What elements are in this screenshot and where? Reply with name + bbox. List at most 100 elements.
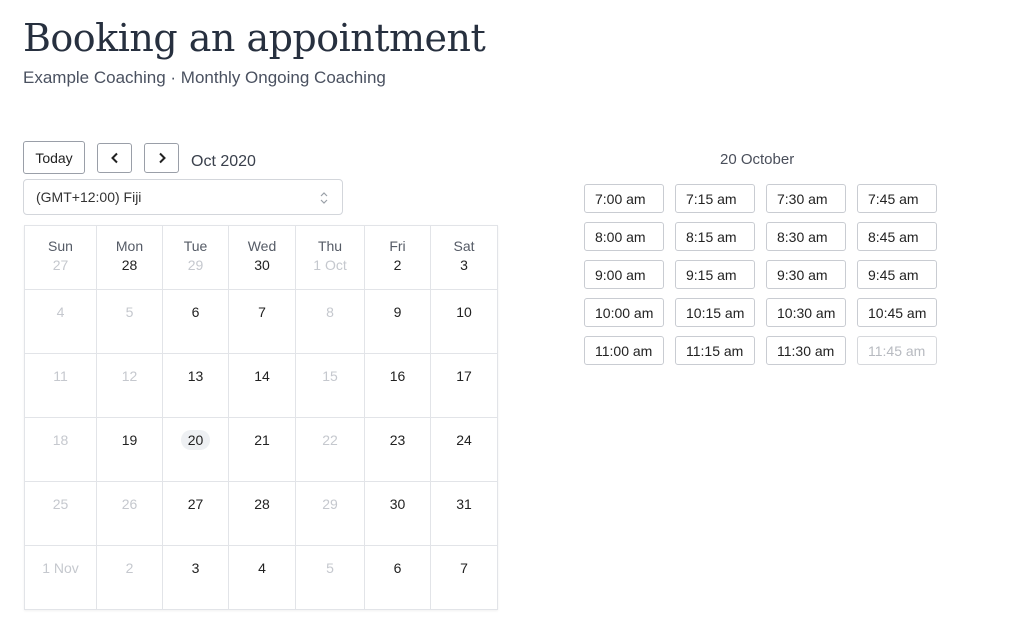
today-button[interactable]: Today [23,141,85,174]
calendar-day-number: 24 [456,432,472,448]
calendar-day[interactable]: 31 [431,482,497,546]
calendar-day[interactable]: 4 [229,546,296,609]
calendar-day[interactable]: 13 [163,354,229,418]
calendar-day[interactable]: 6 [365,546,431,609]
calendar-day-number: 20 [180,430,211,450]
calendar-day: 5 [296,546,365,609]
calendar-day-number: 2 [125,560,134,576]
calendar-day-number: 2 [393,257,402,273]
calendar-day[interactable]: 16 [365,354,431,418]
calendar-day: 8 [296,290,365,354]
time-slot-button[interactable]: 8:15 am [675,222,755,251]
calendar-day-number: 12 [121,368,138,384]
time-slot-button[interactable]: 9:30 am [766,260,846,289]
calendar-day-number: 22 [322,432,338,448]
calendar-day[interactable]: 30 [365,482,431,546]
calendar-day[interactable]: Wed 30 [229,226,296,290]
calendar-day-number: 14 [254,368,270,384]
previous-month-button[interactable] [97,143,132,173]
calendar-day-number: 7 [460,560,468,576]
select-updown-icon [320,192,328,204]
calendar-day-number: 30 [389,496,406,512]
time-slot-button[interactable]: 7:45 am [857,184,937,213]
calendar-day-number: 29 [187,257,204,273]
calendar-day-number: 4 [56,304,65,320]
chevron-left-icon [110,152,118,164]
time-slot-button[interactable]: 9:00 am [584,260,664,289]
calendar-day[interactable]: 19 [97,418,163,482]
calendar-day: 12 [97,354,163,418]
time-slot-button[interactable]: 11:00 am [584,336,664,365]
calendar-day: 11 [25,354,97,418]
calendar-day[interactable]: 9 [365,290,431,354]
calendar-day-number: 15 [322,368,338,384]
calendar-day[interactable]: 23 [365,418,431,482]
time-slot-button: 11:45 am [857,336,937,365]
weekday-header: Wed [247,238,277,254]
time-slot-button[interactable]: 10:45 am [857,298,937,327]
calendar-day[interactable]: 27 [163,482,229,546]
time-slot-button[interactable]: 10:00 am [584,298,664,327]
calendar-day-number: 8 [326,304,334,320]
time-slot-button[interactable]: 10:30 am [766,298,846,327]
calendar-day-number: 29 [322,496,338,512]
calendar-day[interactable]: 10 [431,290,497,354]
calendar-day-number: 6 [393,560,402,576]
calendar-day-selected[interactable]: 20 [163,418,229,482]
calendar-day[interactable]: 28 [229,482,296,546]
calendar-day[interactable]: 7 [229,290,296,354]
weekday-header: Fri [389,238,406,254]
time-slot-button[interactable]: 11:30 am [766,336,846,365]
timezone-select[interactable]: (GMT+12:00) Fiji [23,179,343,215]
page-subtitle: Example Coaching · Monthly Ongoing Coach… [23,68,386,87]
calendar-day: 22 [296,418,365,482]
calendar-day-number: 16 [389,368,406,384]
calendar-day-number: 30 [254,257,270,273]
time-slot-button[interactable]: 8:00 am [584,222,664,251]
calendar-day-number: 27 [187,496,204,512]
calendar-day: 26 [97,482,163,546]
calendar-day-number: 27 [52,257,69,273]
calendar-day[interactable]: 14 [229,354,296,418]
calendar-day: Tue 29 [163,226,229,290]
calendar-day: 1 Nov [25,546,97,609]
calendar-day[interactable]: Mon 28 [97,226,163,290]
calendar-grid: Sun 27 Mon 28 Tue 29 Wed 30 Thu 1 Oct Fri 2 Sat 3 4 5 6 7… [24,225,498,610]
calendar-day[interactable]: 24 [431,418,497,482]
time-slot-button[interactable]: 7:15 am [675,184,755,213]
calendar-day-number: 31 [456,496,472,512]
calendar-day-number: 5 [125,304,134,320]
calendar-day: 18 [25,418,97,482]
weekday-header: Tue [183,238,208,254]
calendar-day-number: 10 [456,304,472,320]
calendar-day[interactable]: Sat 3 [431,226,497,290]
weekday-header: Thu [317,238,343,254]
time-slot-button[interactable]: 11:15 am [675,336,755,365]
calendar-day: 2 [97,546,163,609]
calendar-day[interactable]: 21 [229,418,296,482]
time-slot-button[interactable]: 7:30 am [766,184,846,213]
calendar-day-number: 7 [258,304,266,320]
next-month-button[interactable] [144,143,179,173]
calendar-day-number: 11 [53,368,68,384]
calendar-day[interactable]: 17 [431,354,497,418]
time-slot-button[interactable]: 9:15 am [675,260,755,289]
calendar-day-number: 19 [121,432,138,448]
page-title: Booking an appointment [23,16,486,60]
time-slot-button[interactable]: 8:45 am [857,222,937,251]
calendar-day-number: 1 Nov [42,560,79,576]
time-slot-button[interactable]: 9:45 am [857,260,937,289]
time-slot-button[interactable]: 7:00 am [584,184,664,213]
calendar-day[interactable]: 3 [163,546,229,609]
time-slot-button[interactable]: 10:15 am [675,298,755,327]
calendar-day[interactable]: 7 [431,546,497,609]
calendar-day-number: 9 [393,304,402,320]
calendar-day[interactable]: 6 [163,290,229,354]
calendar-day-number: 21 [254,432,270,448]
calendar-day-number: 13 [187,368,204,384]
calendar-day-number: 1 Oct [313,257,347,273]
weekday-header: Sun [48,238,73,254]
calendar-day-number: 18 [52,432,69,448]
calendar-day[interactable]: Fri 2 [365,226,431,290]
time-slot-button[interactable]: 8:30 am [766,222,846,251]
